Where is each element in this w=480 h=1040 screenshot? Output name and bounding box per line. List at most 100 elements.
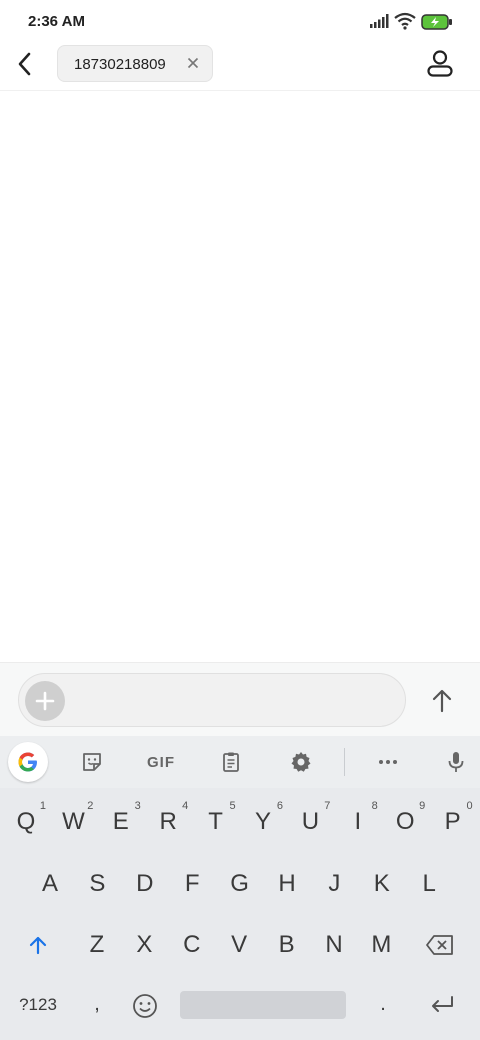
key-number-hint: 8 — [371, 800, 378, 812]
key-r[interactable]: R4 — [146, 794, 190, 850]
key-label: C — [183, 931, 201, 958]
key-number-hint: 4 — [182, 800, 189, 812]
key-label: V — [231, 931, 248, 958]
status-bar: 2:36 AM — [0, 0, 480, 44]
key-w[interactable]: W2 — [51, 794, 95, 850]
key-label: M — [371, 931, 392, 958]
key-b[interactable]: B — [265, 917, 309, 973]
backspace-key[interactable] — [418, 917, 462, 973]
gif-icon: GIF — [147, 753, 175, 771]
message-field[interactable] — [18, 673, 406, 727]
key-label: Y — [254, 808, 271, 835]
toolbar-separator — [344, 748, 345, 776]
signal-icon — [370, 14, 389, 28]
keyboard: GIF Q1W 2 E 3 R 4 T 5 Y 6 U 7 I 8 O 9 P … — [0, 736, 480, 1040]
key-p[interactable]: P0 — [431, 794, 475, 850]
compose-bar — [0, 662, 480, 737]
key-label: G — [230, 870, 249, 897]
key-label: K — [373, 870, 390, 897]
key-l[interactable]: L — [407, 856, 451, 912]
key-number-hint: 6 — [276, 800, 283, 812]
header-divider — [0, 90, 480, 91]
contact-icon[interactable] — [424, 48, 456, 80]
wifi-icon — [394, 12, 416, 30]
enter-key[interactable] — [424, 991, 460, 1019]
key-label: O — [395, 808, 415, 835]
more-button[interactable] — [370, 746, 406, 778]
attach-plus-icon — [35, 691, 55, 711]
key-label: P — [444, 808, 461, 835]
key-j[interactable]: J — [312, 856, 356, 912]
key-z[interactable]: Z — [75, 917, 119, 973]
key-e[interactable]: E3 — [99, 794, 143, 850]
key-label: B — [278, 931, 295, 958]
key-s[interactable]: S — [75, 856, 119, 912]
google-icon — [18, 752, 37, 772]
key-n[interactable]: N — [312, 917, 356, 973]
key-label: H — [278, 870, 296, 897]
key-o[interactable]: O9 — [383, 794, 427, 850]
key-label: E — [112, 808, 129, 835]
key-label: S — [89, 870, 106, 897]
key-label: W — [62, 808, 85, 835]
back-arrow-icon[interactable] — [12, 48, 40, 80]
sticker-button[interactable] — [74, 746, 110, 778]
recipient-number: 18730218809 — [74, 56, 166, 73]
key-d[interactable]: D — [123, 856, 167, 912]
settings-button[interactable] — [283, 746, 319, 778]
key-label: R — [159, 808, 177, 835]
key-label: I — [354, 808, 362, 835]
battery-charging-icon — [421, 14, 452, 30]
key-c[interactable]: C — [170, 917, 214, 973]
voice-input-button[interactable] — [438, 746, 474, 778]
key-label: L — [422, 870, 436, 897]
emoji-icon — [133, 994, 157, 1018]
gif-button[interactable]: GIF — [138, 746, 184, 778]
key-label: T — [208, 808, 223, 835]
google-button[interactable] — [8, 742, 48, 782]
key-k[interactable]: K — [360, 856, 404, 912]
key-number-hint: 5 — [229, 800, 236, 812]
key-h[interactable]: H — [265, 856, 309, 912]
mic-icon — [448, 752, 464, 772]
key-i[interactable]: I8 — [336, 794, 380, 850]
key-label: F — [184, 870, 200, 897]
key-label: Q — [16, 808, 36, 835]
clear-recipient-icon[interactable] — [185, 55, 201, 71]
key-q[interactable]: Q1 — [4, 794, 48, 850]
key-label: N — [325, 931, 343, 958]
symbols-key[interactable]: ?123 — [10, 991, 66, 1019]
recipient-chip[interactable]: 18730218809 — [57, 45, 213, 82]
emoji-key[interactable] — [128, 989, 162, 1023]
key-m[interactable]: M — [359, 917, 403, 973]
send-arrow-icon[interactable] — [428, 687, 456, 715]
key-f[interactable]: F — [170, 856, 214, 912]
key-label: J — [328, 870, 341, 897]
key-label: U — [301, 808, 320, 835]
key-label: Z — [89, 931, 105, 958]
sticker-icon — [83, 753, 101, 771]
settings-gear-icon — [291, 752, 311, 772]
key-x[interactable]: X — [122, 917, 166, 973]
space-key[interactable] — [180, 991, 346, 1019]
key-u[interactable]: U7 — [288, 794, 332, 850]
key-number-hint: 3 — [134, 800, 141, 812]
key-a[interactable]: A — [28, 856, 72, 912]
comma-key[interactable]: , — [82, 989, 112, 1019]
key-v[interactable]: V — [217, 917, 261, 973]
clipboard-button[interactable] — [213, 746, 249, 778]
period-key[interactable]: . — [368, 989, 398, 1019]
message-input[interactable] — [75, 684, 399, 718]
key-y[interactable]: Y6 — [241, 794, 285, 850]
key-number-hint: 2 — [87, 800, 94, 812]
key-label: X — [136, 931, 153, 958]
attach-button[interactable] — [25, 681, 65, 721]
shift-arrow-icon — [29, 936, 47, 955]
key-t[interactable]: T5 — [194, 794, 238, 850]
key-number-hint: 7 — [324, 800, 331, 812]
keyboard-toolbar: GIF — [0, 736, 480, 788]
shift-key[interactable] — [16, 917, 60, 973]
key-g[interactable]: G — [218, 856, 262, 912]
key-label: A — [41, 870, 58, 897]
key-label: D — [136, 870, 154, 897]
